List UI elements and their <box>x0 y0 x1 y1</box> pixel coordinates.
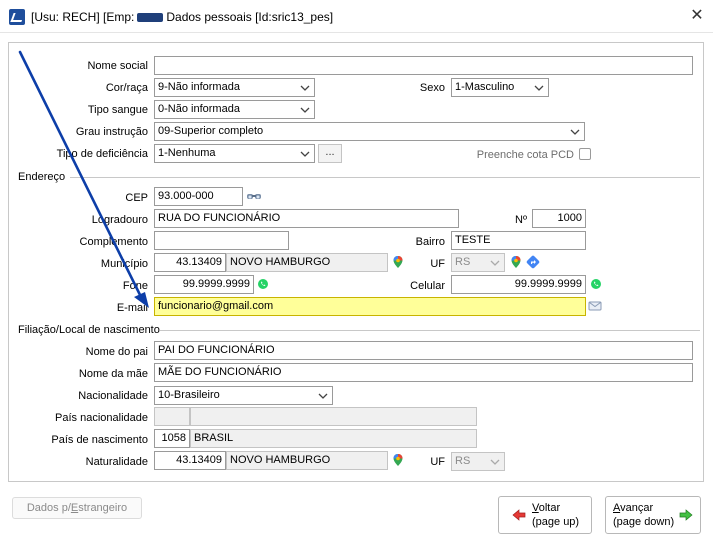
chevron-down-icon <box>490 260 500 266</box>
label-fone: Fone <box>122 280 148 292</box>
numero-input[interactable]: 1000 <box>532 209 586 228</box>
tipo-sangue-value: 0-Não informada <box>158 103 240 115</box>
avancar-shortcut: (page down) <box>613 516 675 528</box>
label-municipio: Município <box>100 258 148 270</box>
nome-pai-input[interactable]: PAI DO FUNCIONÁRIO <box>154 341 693 360</box>
sexo-value: 1-Masculino <box>455 81 515 93</box>
section-divider <box>160 330 700 331</box>
chevron-down-icon <box>490 459 500 465</box>
label-email: E-mail <box>116 302 148 314</box>
dados-estrangeiro-button: Dados p/Estrangeiro <box>12 497 142 519</box>
window-title: [Usu: RECH] [Emp: Dados pessoais [Id:sric… <box>31 10 334 24</box>
chevron-down-icon <box>300 151 310 157</box>
binoculars-search-icon[interactable] <box>246 189 262 203</box>
uf-naturalidade-select: RS <box>451 452 505 471</box>
tipo-deficiencia-value: 1-Nenhuma <box>158 147 216 159</box>
naturalidade-code-input[interactable]: 43.13409 <box>154 451 226 470</box>
label-cep: CEP <box>125 192 148 204</box>
email-input[interactable]: funcionario@gmail.com <box>154 297 586 316</box>
chevron-down-icon <box>534 85 544 91</box>
label-nome-pai: Nome do pai <box>85 346 148 358</box>
cor-raca-select[interactable]: 9-Não informada <box>154 78 315 97</box>
label-numero: Nº <box>515 214 527 226</box>
uf-select: RS <box>451 253 505 272</box>
label-tipo-deficiencia: Tipo de deficiência <box>56 148 148 160</box>
label-sexo: Sexo <box>419 82 445 94</box>
pais-nascimento-code-input[interactable]: 1058 <box>154 429 190 448</box>
label-tipo-sangue: Tipo sangue <box>87 104 148 116</box>
voltar-label: Voltar <box>532 502 561 514</box>
whatsapp-icon[interactable] <box>257 278 269 290</box>
tipo-deficiencia-select[interactable]: 1-Nenhuma <box>154 144 315 163</box>
label-pais-nacionalidade: País nacionalidade <box>55 412 148 424</box>
label-bairro: Bairro <box>415 236 445 248</box>
avancar-label: Avançar <box>613 502 654 514</box>
nome-social-input[interactable] <box>154 56 693 75</box>
chevron-down-icon <box>318 393 328 399</box>
close-icon[interactable]: ✕ <box>688 7 706 25</box>
chevron-down-icon <box>570 129 580 135</box>
logradouro-input[interactable]: RUA DO FUNCIONÁRIO <box>154 209 459 228</box>
section-endereco: Endereço <box>18 171 66 183</box>
label-uf-naturalidade: UF <box>430 456 445 468</box>
voltar-button[interactable]: Voltar (page up) <box>498 496 592 534</box>
pais-nacionalidade-code-field <box>154 407 190 426</box>
chevron-down-icon <box>300 85 310 91</box>
nacionalidade-value: 10-Brasileiro <box>158 389 220 401</box>
title-bar: [Usu: RECH] [Emp: Dados pessoais [Id:sric… <box>0 0 713 33</box>
grau-instrucao-select[interactable]: 09-Superior completo <box>154 122 585 141</box>
redacted-company-mask <box>137 13 164 23</box>
label-uf: UF <box>430 258 445 270</box>
celular-input[interactable]: 99.9999.9999 <box>451 275 586 294</box>
pais-nascimento-name-field: BRASIL <box>190 429 477 448</box>
label-celular: Celular <box>410 280 445 292</box>
map-pin-icon[interactable] <box>391 453 405 467</box>
app-logo-icon <box>9 9 25 25</box>
chevron-down-icon <box>300 107 310 113</box>
fone-input[interactable]: 99.9999.9999 <box>154 275 254 294</box>
whatsapp-icon[interactable] <box>590 278 602 290</box>
avancar-button[interactable]: Avançar (page down) <box>605 496 701 534</box>
label-nacionalidade: Nacionalidade <box>78 390 148 402</box>
cor-raca-value: 9-Não informada <box>158 81 240 93</box>
uf-value: RS <box>455 256 471 268</box>
label-naturalidade: Naturalidade <box>85 456 148 468</box>
label-nome-mae: Nome da mãe <box>78 368 148 380</box>
label-cor-raca: Cor/raça <box>105 82 148 94</box>
arrow-left-icon <box>512 509 526 521</box>
municipio-name-field: NOVO HAMBURGO <box>226 253 388 272</box>
section-filiacao: Filiação/Local de nascimento <box>18 324 160 336</box>
envelope-icon[interactable] <box>588 300 602 312</box>
label-nome-social: Nome social <box>87 60 148 72</box>
naturalidade-name-field: NOVO HAMBURGO <box>226 451 388 470</box>
nome-mae-input[interactable]: MÃE DO FUNCIONÁRIO <box>154 363 693 382</box>
label-grau-instrucao: Grau instrução <box>75 126 148 138</box>
complemento-input[interactable] <box>154 231 289 250</box>
tipo-sangue-select[interactable]: 0-Não informada <box>154 100 315 119</box>
label-logradouro: Logradouro <box>91 214 148 226</box>
sexo-select[interactable]: 1-Masculino <box>451 78 549 97</box>
arrow-right-icon <box>679 509 693 521</box>
cep-input[interactable]: 93.000-000 <box>154 187 243 206</box>
uf-naturalidade-value: RS <box>455 455 471 467</box>
cota-pcd-checkbox[interactable] <box>579 148 591 160</box>
section-divider <box>70 177 700 178</box>
municipio-code-input[interactable]: 43.13409 <box>154 253 226 272</box>
pais-nacionalidade-name-field <box>190 407 477 426</box>
label-cota-pcd: Preenche cota PCD <box>476 149 574 161</box>
directions-icon[interactable] <box>526 255 540 269</box>
deficiencia-more-button[interactable]: ... <box>318 144 342 163</box>
nacionalidade-select[interactable]: 10-Brasileiro <box>154 386 333 405</box>
label-pais-nascimento: País de nascimento <box>51 434 148 446</box>
map-pin-icon[interactable] <box>391 255 405 269</box>
voltar-shortcut: (page up) <box>532 516 580 528</box>
label-complemento: Complemento <box>79 236 148 248</box>
bairro-input[interactable]: TESTE <box>451 231 586 250</box>
grau-instrucao-value: 09-Superior completo <box>158 125 264 137</box>
map-pin-icon[interactable] <box>509 255 523 269</box>
